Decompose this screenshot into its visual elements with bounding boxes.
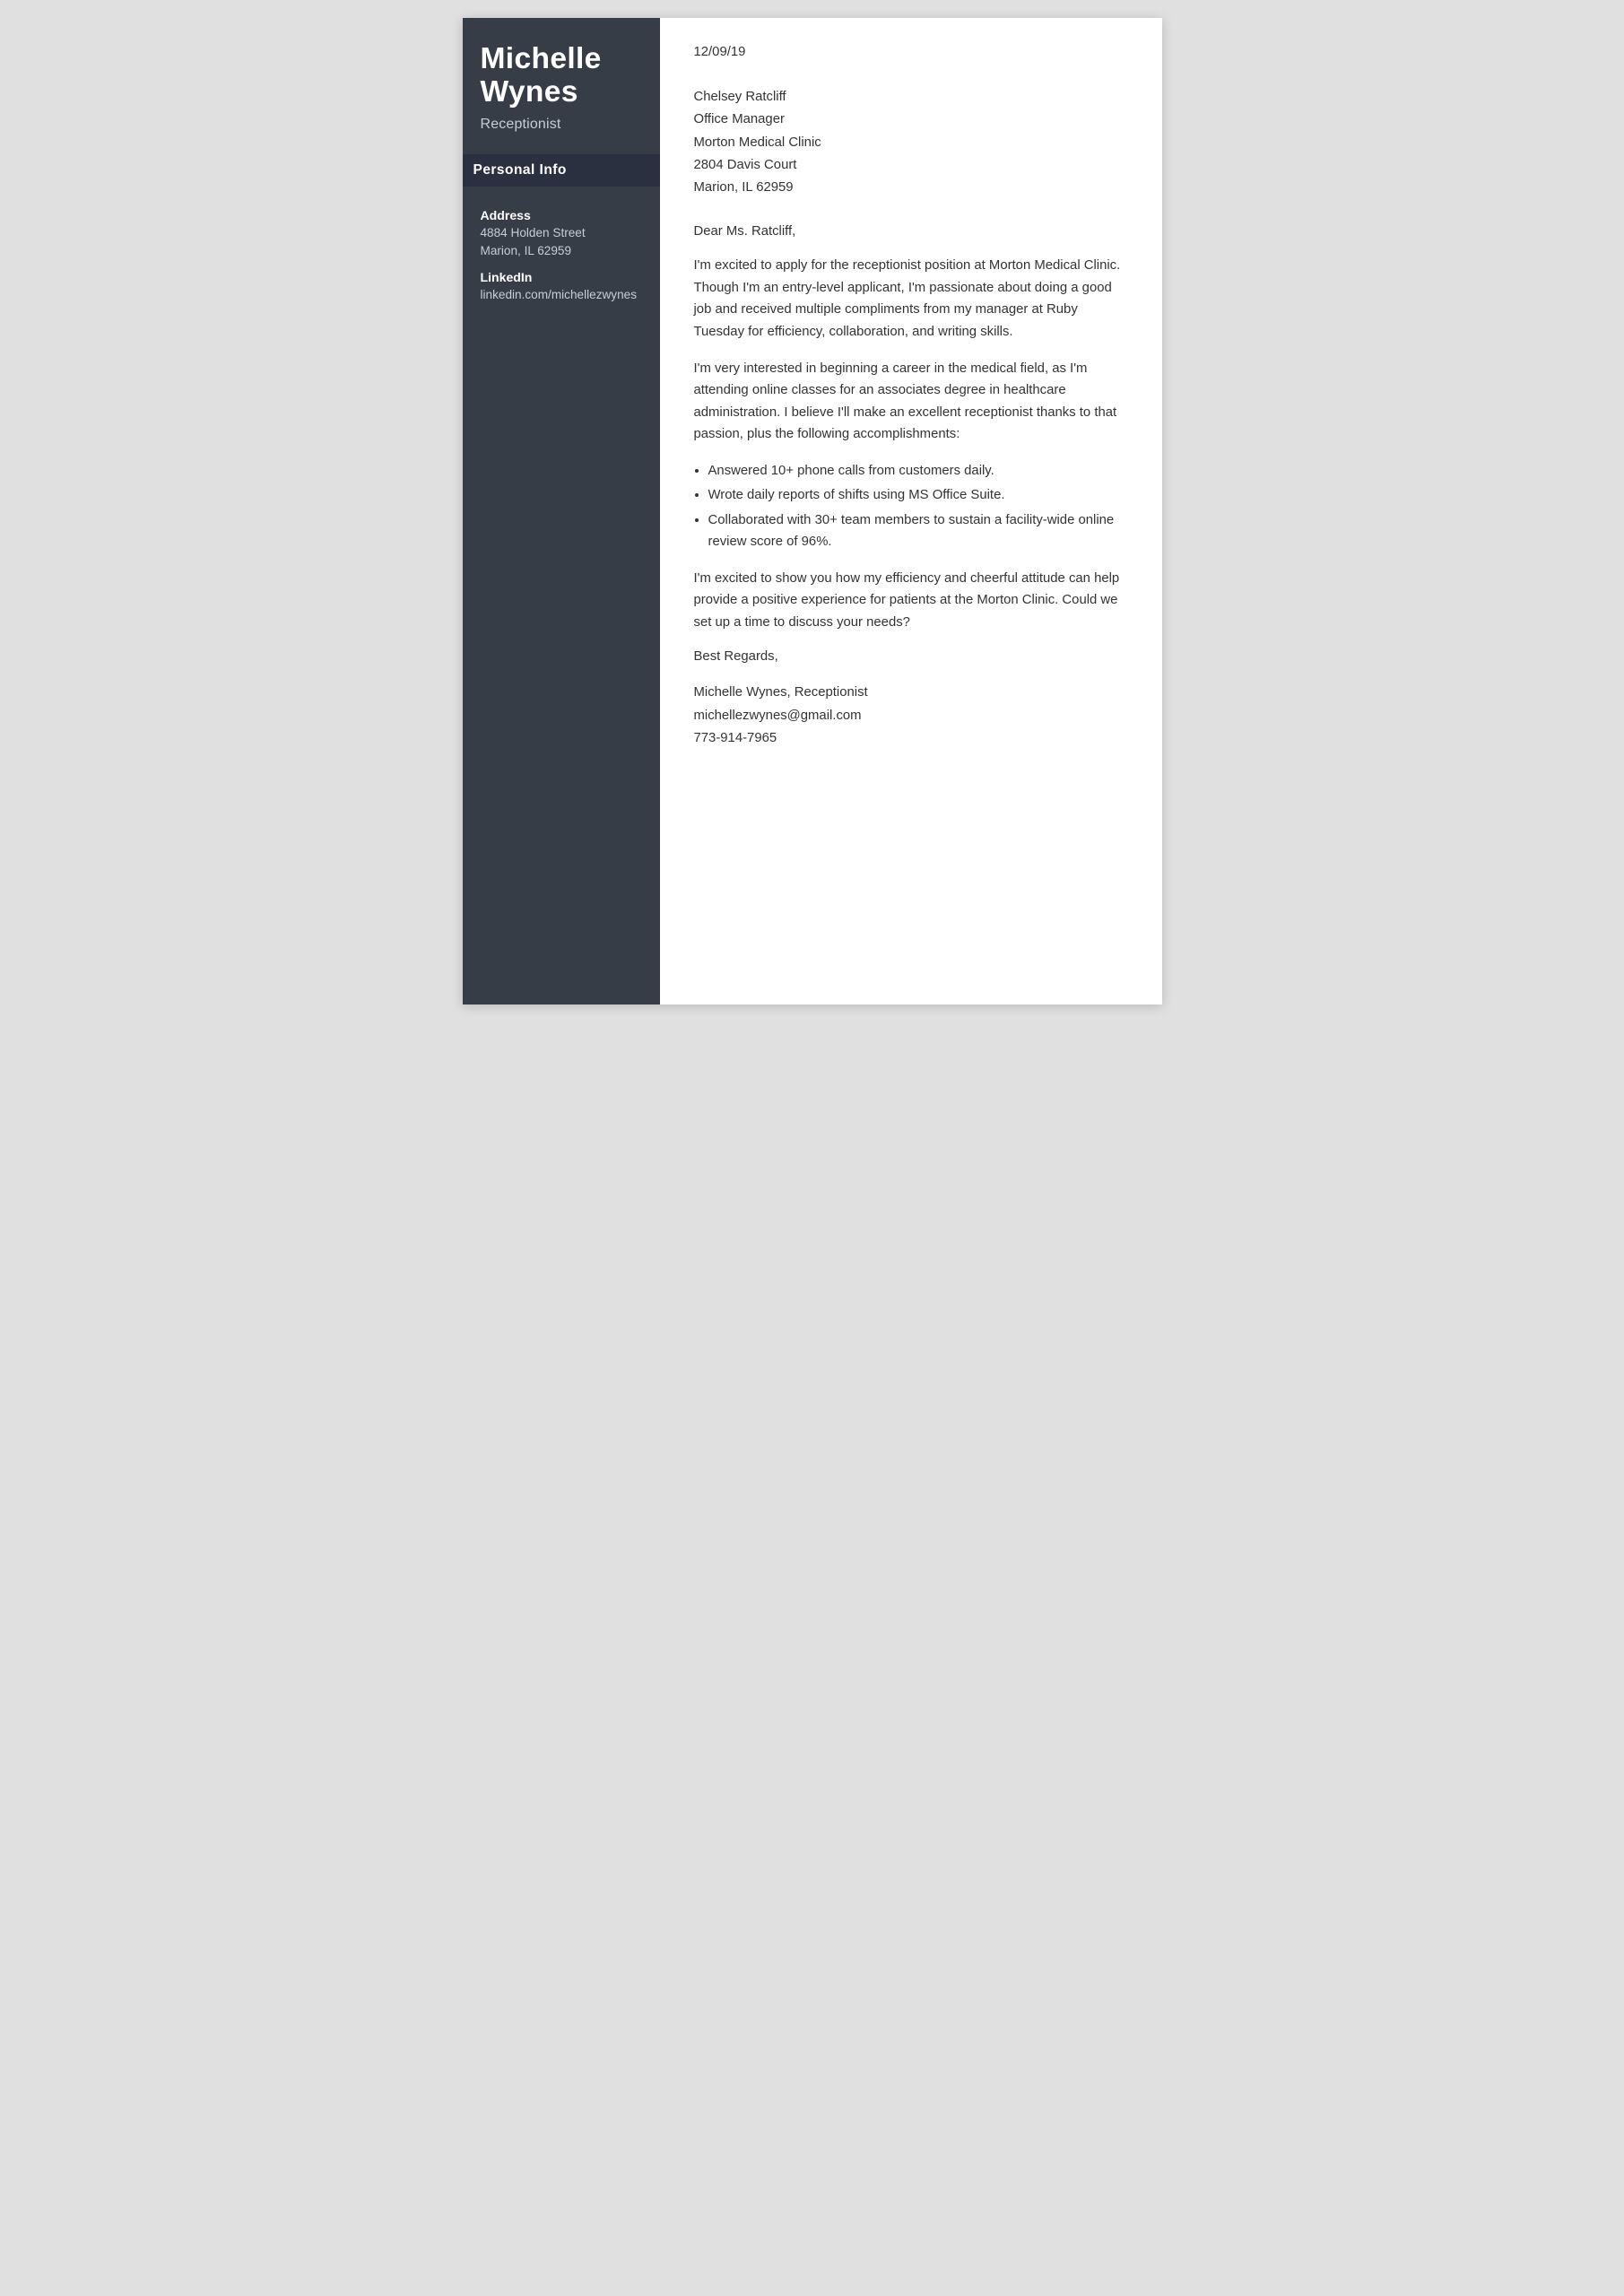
letter-body: I'm excited to apply for the receptionis… [694,255,1128,633]
recipient-address1: 2804 Davis Court [694,154,1128,177]
main-content: 12/09/19 Chelsey Ratcliff Office Manager… [660,18,1162,1004]
resume-container: Michelle Wynes Receptionist Personal Inf… [463,18,1162,1004]
applicant-title: Receptionist [481,117,642,133]
letter-signature: Michelle Wynes, Receptionist michellezwy… [694,682,1128,750]
linkedin-value: linkedin.com/michellezwynes [481,286,642,304]
accomplishments-list: Answered 10+ phone calls from customers … [708,460,1128,553]
sig-phone: 773-914-7965 [694,727,1128,750]
name-line1: Michelle [481,42,602,75]
recipient-title: Office Manager [694,109,1128,131]
address-line1: 4884 Holden Street [481,224,642,242]
sig-email: michellezwynes@gmail.com [694,705,1128,727]
address-line2: Marion, IL 62959 [481,242,642,260]
paragraph3: I'm excited to show you how my efficienc… [694,568,1128,634]
sig-name: Michelle Wynes, Receptionist [694,682,1128,704]
letter-closing: Best Regards, [694,649,1128,664]
recipient-block: Chelsey Ratcliff Office Manager Morton M… [694,86,1128,199]
recipient-company: Morton Medical Clinic [694,132,1128,154]
linkedin-label: LinkedIn [481,270,642,284]
applicant-name: Michelle Wynes [481,43,642,109]
bullet1: Answered 10+ phone calls from customers … [708,460,1128,483]
address-label: Address [481,208,642,222]
bullet2: Wrote daily reports of shifts using MS O… [708,484,1128,507]
name-line2: Wynes [481,75,578,109]
sidebar: Michelle Wynes Receptionist Personal Inf… [463,18,660,1004]
recipient-address2: Marion, IL 62959 [694,177,1128,199]
paragraph1: I'm excited to apply for the receptionis… [694,255,1128,343]
recipient-name: Chelsey Ratcliff [694,86,1128,109]
personal-info-header: Personal Info [463,154,660,187]
letter-salutation: Dear Ms. Ratcliff, [694,224,1128,239]
letter-date: 12/09/19 [694,45,1128,59]
paragraph2: I'm very interested in beginning a caree… [694,358,1128,446]
bullet3: Collaborated with 30+ team members to su… [708,509,1128,553]
